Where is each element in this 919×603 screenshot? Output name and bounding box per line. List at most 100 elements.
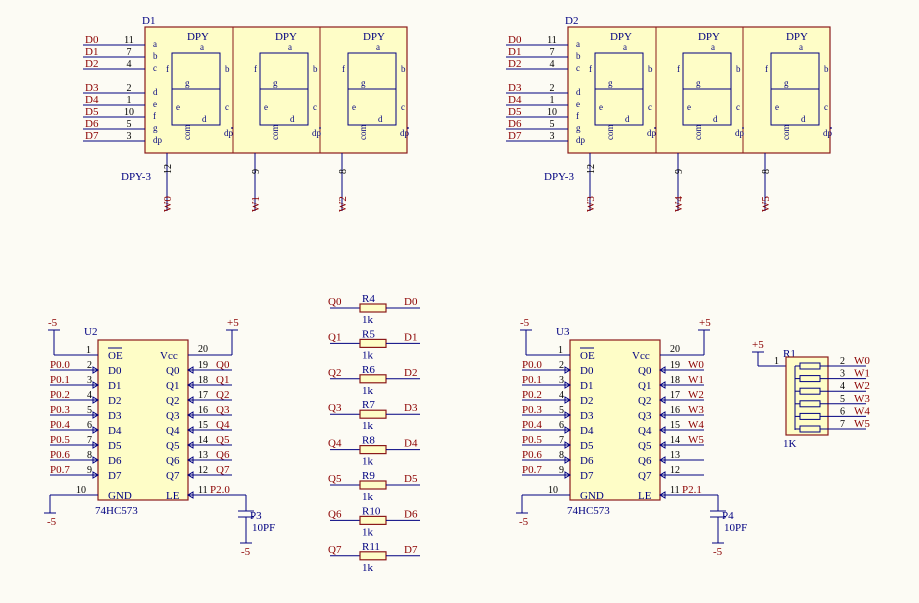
seg-letter-dp: dp [647, 128, 657, 138]
input-pin-number: 9 [87, 465, 92, 476]
output-net-label: Q5 [216, 434, 230, 446]
schematic-canvas: D1D0 11 aD1 7 bD2 4 cD3 2 dD4 1 eD5 10 fD6 5 gD7 3 dpDPY… [0, 0, 919, 603]
segment-net-label: D4 [85, 94, 99, 106]
resistor-designator: R5 [362, 328, 375, 340]
segment-pin-number: 5 [127, 119, 132, 130]
resistor-right-net: D4 [404, 438, 418, 450]
display-designator: D2 [565, 15, 578, 27]
gnd-pin-number: 10 [76, 485, 86, 496]
seg-letter-com: com [358, 125, 368, 141]
segment-net-label: D0 [508, 34, 522, 46]
seg-letter-a: a [376, 42, 380, 52]
input-net-label: P0.5 [522, 434, 542, 446]
seg-letter-com: com [693, 125, 703, 141]
common-pin-number: 8 [338, 169, 349, 174]
input-pin-number: 3 [559, 375, 564, 386]
pack-pin-number: 5 [840, 394, 845, 405]
output-net-label: Q3 [216, 404, 230, 416]
seg-letter-b: b [824, 64, 829, 74]
latch-designator: U2 [84, 326, 97, 338]
gnd-pin-label: GND [580, 490, 604, 502]
input-pin-number: 6 [87, 420, 92, 431]
seg-letter-d: d [290, 114, 295, 124]
resistor-value: 1k [362, 562, 374, 574]
output-pin-label: Q4 [166, 425, 180, 437]
input-pin-label: D1 [580, 380, 593, 392]
cap-supply-label: -5 [241, 546, 251, 558]
input-net-label: P0.6 [50, 449, 70, 461]
segment-pin-letter: a [153, 39, 157, 49]
output-pin-label: Q6 [638, 455, 652, 467]
seg-letter-com: com [182, 125, 192, 141]
le-pin-label: LE [638, 490, 652, 502]
resistor-left-net: Q2 [328, 367, 341, 379]
cap-designator: P4 [722, 510, 734, 522]
vcc-pin-number: 20 [198, 344, 208, 355]
display-designator: D1 [142, 15, 155, 27]
seg-letter-e: e [352, 102, 356, 112]
output-net-label: W4 [688, 419, 704, 431]
resistor-value: 1k [362, 349, 374, 361]
le-pin-number: 11 [670, 485, 680, 496]
seg-letter-a: a [623, 42, 627, 52]
output-pin-number: 19 [198, 360, 208, 371]
le-pin-number: 11 [198, 485, 208, 496]
le-pin-label: LE [166, 490, 180, 502]
output-pin-label: Q2 [638, 395, 651, 407]
resistor-designator: R8 [362, 435, 375, 447]
seg-letter-f: f [677, 64, 680, 74]
input-net-label: P0.6 [522, 449, 542, 461]
resistor-left-net: Q3 [328, 402, 342, 414]
pack-pin-net: W3 [854, 393, 870, 405]
output-pin-number: 18 [198, 375, 208, 386]
input-pin-label: D7 [108, 470, 122, 482]
decimal-point-dot [407, 127, 409, 129]
output-pin-number: 19 [670, 360, 680, 371]
seg-letter-b: b [736, 64, 741, 74]
input-pin-number: 3 [87, 375, 92, 386]
seg-letter-g: g [273, 78, 278, 88]
segment-pin-number: 4 [127, 59, 132, 70]
input-pin-label: D3 [108, 410, 122, 422]
resistor-value: 1k [362, 491, 374, 503]
output-pin-label: Q0 [166, 365, 180, 377]
seg-letter-d: d [713, 114, 718, 124]
resistor-body [359, 515, 387, 526]
seg-letter-f: f [342, 64, 345, 74]
segment-pin-number: 5 [550, 119, 555, 130]
input-pin-number: 8 [87, 450, 92, 461]
decimal-point-dot [742, 127, 744, 129]
segment-pin-number: 2 [550, 83, 555, 94]
seg-letter-a: a [288, 42, 292, 52]
seg-letter-e: e [687, 102, 691, 112]
output-pin-number: 12 [198, 465, 208, 476]
oe-pin-number: 1 [86, 345, 91, 356]
segment-pin-letter: c [576, 63, 580, 73]
segment-pin-number: 10 [124, 107, 134, 118]
resistor-value: 1k [362, 385, 374, 397]
gnd-pin-number: 10 [548, 485, 558, 496]
resistor-body [359, 409, 387, 419]
input-pin-number: 7 [559, 435, 564, 446]
resistor-right-net: D5 [404, 473, 418, 485]
cap-supply-label: -5 [713, 546, 723, 558]
input-pin-number: 6 [559, 420, 564, 431]
output-pin-number: 16 [670, 405, 680, 416]
seg-letter-e: e [264, 102, 268, 112]
resistor-designator: R9 [362, 470, 375, 482]
output-pin-label: Q7 [638, 470, 652, 482]
pack-pin-net: W1 [854, 368, 870, 380]
output-net-label: W1 [688, 374, 704, 386]
segment-pin-letter: g [576, 123, 581, 133]
output-pin-label: Q7 [166, 470, 180, 482]
input-pin-label: D0 [108, 365, 122, 377]
seg-letter-c: c [313, 102, 317, 112]
common-net-label: W2 [337, 196, 349, 212]
segment-pin-letter: d [153, 87, 158, 97]
common-net-label: W4 [673, 196, 685, 212]
pack-pin-net: W2 [854, 380, 870, 392]
input-pin-label: D6 [580, 455, 594, 467]
output-net-label: Q7 [216, 464, 230, 476]
seg-letter-dp: dp [823, 128, 833, 138]
output-pin-number: 17 [670, 390, 680, 401]
